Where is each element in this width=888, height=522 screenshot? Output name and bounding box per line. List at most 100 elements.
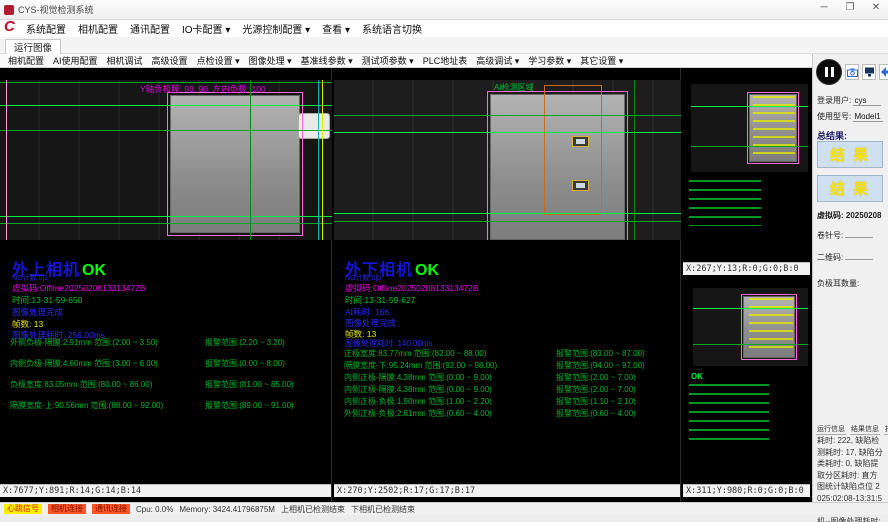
edge-line-left bbox=[6, 80, 7, 240]
close-button[interactable]: ✕ bbox=[868, 2, 884, 13]
status-bar: 心跳信号 相机连接 通讯连接 Cpu: 0.0% Memory: 3424.41… bbox=[0, 502, 888, 515]
upper-camera-status: 上相机已检测结束 bbox=[281, 504, 345, 515]
title-bar: CYS-视觉检测系统 ─ ❐ ✕ bbox=[0, 0, 888, 20]
alarm-range: 报警范围:(83.00 ~ 87.00) bbox=[556, 348, 645, 359]
alarm-range: 报警范围:(1.10 ~ 2.10) bbox=[556, 396, 636, 407]
upper-camera-panel[interactable]: Y轴负极膜: 93. 90. 左内负极: 100 外上相机OK NG计数:0|1… bbox=[0, 68, 332, 502]
upper-camera-image[interactable]: Y轴负极膜: 93. 90. 左内负极: 100 bbox=[0, 80, 332, 240]
menu-bar: C 系统配置 相机配置 通讯配置 IO卡配置 ▾ 光源控制配置 ▾ 查看 ▾ 系… bbox=[0, 20, 888, 37]
tool-other-settings[interactable]: 其它设置 ▾ bbox=[580, 54, 623, 67]
control-sidebar: 登录用户: cys 使用型号: Model1 总结果: 结 果 结 果 虚拟码:… bbox=[812, 54, 888, 502]
thumbnail-ok-label: OK bbox=[691, 372, 703, 381]
menu-language-switch[interactable]: 系统语言切换 bbox=[362, 21, 422, 36]
model-row: 使用型号: Model1 bbox=[817, 111, 885, 122]
camera-icon[interactable] bbox=[845, 64, 859, 80]
winding-pin-label: 卷针号: bbox=[817, 231, 843, 240]
tool-plc-address[interactable]: PLC地址表 bbox=[423, 54, 468, 67]
measurement-row: 正极宽度:83.77mm 范围:(82.00 ~ 88.00) 报警范围:(83… bbox=[344, 348, 676, 359]
tool-baseline-params[interactable]: 基准线参数 ▾ bbox=[301, 54, 353, 67]
login-user-label: 登录用户: bbox=[817, 96, 851, 105]
menu-light-config[interactable]: 光源控制配置 ▾ bbox=[242, 21, 310, 36]
result-ok: OK bbox=[415, 262, 439, 279]
tab-run-image[interactable]: 运行图像 bbox=[5, 39, 61, 54]
measurement-value: 外侧正极-负极:2.61mm 范围:(0.60 ~ 4.00) bbox=[344, 409, 492, 418]
back-arrow-icon[interactable] bbox=[879, 64, 888, 80]
sidebar-buttons bbox=[816, 59, 888, 85]
measurement-row: 内侧负极-隔膜:4.60mm 范围:(3.00 ~ 6.00) 报警范围:(0.… bbox=[10, 358, 327, 369]
measure-line bbox=[0, 223, 332, 224]
pause-button[interactable] bbox=[816, 59, 842, 85]
model-value: Model1 bbox=[853, 112, 882, 122]
result-ok: OK bbox=[82, 262, 106, 279]
alarm-range: 报警范围:(2.00 ~ 7.00) bbox=[556, 384, 636, 395]
measurement-value: 内侧负极-隔膜:4.60mm 范围:(3.00 ~ 6.00) bbox=[10, 359, 158, 368]
tab-result-info[interactable]: 结果信息 bbox=[850, 424, 880, 435]
menu-view[interactable]: 查看 ▾ bbox=[322, 21, 350, 36]
measure-line bbox=[334, 132, 681, 133]
info-tab-strip: 运行信息 结果信息 报警信息 bbox=[816, 424, 885, 435]
roi-rect-magenta bbox=[167, 92, 303, 236]
time-line: 时间:13-31-59-627 bbox=[345, 294, 415, 306]
edge-line-inner bbox=[250, 80, 251, 240]
tool-advanced-debug[interactable]: 高级调试 ▾ bbox=[476, 54, 519, 67]
alarm-range: 报警范围:(89.00 ~ 91.00) bbox=[205, 400, 294, 411]
result-box-lower: 结 果 bbox=[817, 175, 883, 202]
login-user-value: cys bbox=[853, 96, 881, 106]
menu-io-config[interactable]: IO卡配置 ▾ bbox=[182, 21, 230, 36]
upper-camera-thumbnail[interactable] bbox=[691, 84, 808, 172]
measurement-value: 内侧正极-隔膜:4.38mm 范围:(0.00 ~ 9.00) bbox=[344, 385, 492, 394]
defect-marker bbox=[572, 180, 589, 191]
measurement-row: 外侧负极-隔膜:2.91mm 范围:(2.00 ~ 3.50) 报警范围:(2.… bbox=[10, 337, 327, 348]
tool-camera-debug[interactable]: 相机调试 bbox=[107, 54, 143, 67]
barcode-line: 虚拟码:Offline2025020813313472B bbox=[345, 282, 479, 294]
main-view: Y轴负极膜: 93. 90. 左内负极: 100 外上相机OK NG计数:0|1… bbox=[0, 68, 812, 502]
menu-system-config[interactable]: 系统配置 bbox=[26, 21, 66, 36]
pixel-coordinate-bar: X:311;Y:980;R:0;G:0;B:0 bbox=[683, 484, 810, 497]
measure-line bbox=[0, 216, 332, 217]
defect-marker bbox=[572, 136, 589, 147]
measurement-value: 隔膜宽度-下:95.24mm 范围:(92.00 ~ 98.00) bbox=[344, 361, 497, 370]
minimize-button[interactable]: ─ bbox=[816, 2, 832, 13]
tool-ai-config[interactable]: AI使用配置 bbox=[53, 54, 98, 67]
process-done-line: 图像处理完成 bbox=[12, 306, 63, 318]
device-icon[interactable] bbox=[862, 64, 876, 80]
measurement-value: 外侧负极-隔膜:2.91mm 范围:(2.00 ~ 3.50) bbox=[10, 338, 158, 347]
tool-camera-config[interactable]: 相机配置 bbox=[8, 54, 44, 67]
qrcode-value[interactable] bbox=[845, 259, 873, 260]
maximize-button[interactable]: ❐ bbox=[842, 2, 858, 13]
lower-camera-status: 下相机已检测结束 bbox=[351, 504, 415, 515]
measurement-value: 内侧正极-负极:1.90mm 范围:(1.00 ~ 2.20) bbox=[344, 397, 492, 406]
tool-image-process[interactable]: 图像处理 ▾ bbox=[249, 54, 292, 67]
thumbnail-annotations bbox=[753, 96, 795, 158]
winding-pin-row: 卷针号: bbox=[817, 230, 885, 241]
thumbnail-column: X:267;Y:13;R:0;G:0;B:0 OK X:311;Y:980;R:… bbox=[683, 68, 810, 502]
barcode-line: 虚拟码:Offline2025020813313472B bbox=[12, 282, 146, 294]
anode-tab-count-label: 负极耳数量: bbox=[817, 279, 859, 288]
winding-pin-value[interactable] bbox=[845, 237, 873, 238]
measure-line bbox=[334, 221, 681, 222]
measurement-row: 内侧正极-隔膜:4.38mm 范围:(0.00 ~ 9.00) 报警范围:(2.… bbox=[344, 384, 676, 395]
thumbnail-annotations bbox=[749, 298, 793, 353]
tool-learn-params[interactable]: 学习参数 ▾ bbox=[528, 54, 571, 67]
measurement-row: 外侧正极-负极:2.61mm 范围:(0.60 ~ 4.00) 报警范围:(0.… bbox=[344, 408, 676, 419]
pixel-coordinate-bar: X:267;Y:13;R:0;G:0;B:0 bbox=[683, 262, 810, 275]
tool-advanced-settings[interactable]: 高级设置 bbox=[152, 54, 188, 67]
lower-camera-image[interactable]: AI检测区域 bbox=[334, 80, 681, 240]
thumbnail-result-text bbox=[689, 384, 769, 442]
measure-line bbox=[334, 213, 681, 214]
lower-camera-thumbnail[interactable] bbox=[693, 288, 808, 366]
measurement-value: 负极宽度:83.05mm 范围:(80.00 ~ 86.00) bbox=[10, 380, 153, 389]
alarm-range: 报警范围:(81.00 ~ 85.00) bbox=[205, 379, 294, 390]
tool-spot-check[interactable]: 点检设置 ▾ bbox=[197, 54, 240, 67]
menu-comm-config[interactable]: 通讯配置 bbox=[130, 21, 170, 36]
tab-alarm-info[interactable]: 报警信息 bbox=[884, 424, 888, 435]
window-title: CYS-视觉检测系统 bbox=[18, 3, 94, 16]
tab-run-info[interactable]: 运行信息 bbox=[816, 424, 846, 435]
ai-region-label: AI检测区域 bbox=[494, 82, 534, 93]
menu-camera-config[interactable]: 相机配置 bbox=[78, 21, 118, 36]
login-user-row: 登录用户: cys bbox=[817, 95, 885, 106]
app-window: CYS-视觉检测系统 ─ ❐ ✕ C 系统配置 相机配置 通讯配置 IO卡配置 … bbox=[0, 0, 888, 522]
pixel-coordinate-bar: X:270;Y:2502;R:17;G:17;B:17 bbox=[334, 484, 680, 497]
tool-test-params[interactable]: 测试项参数 ▾ bbox=[362, 54, 414, 67]
lower-camera-panel[interactable]: AI检测区域 外下相机OK NG计数:0|0 虚拟码:Offline202502… bbox=[334, 68, 681, 502]
